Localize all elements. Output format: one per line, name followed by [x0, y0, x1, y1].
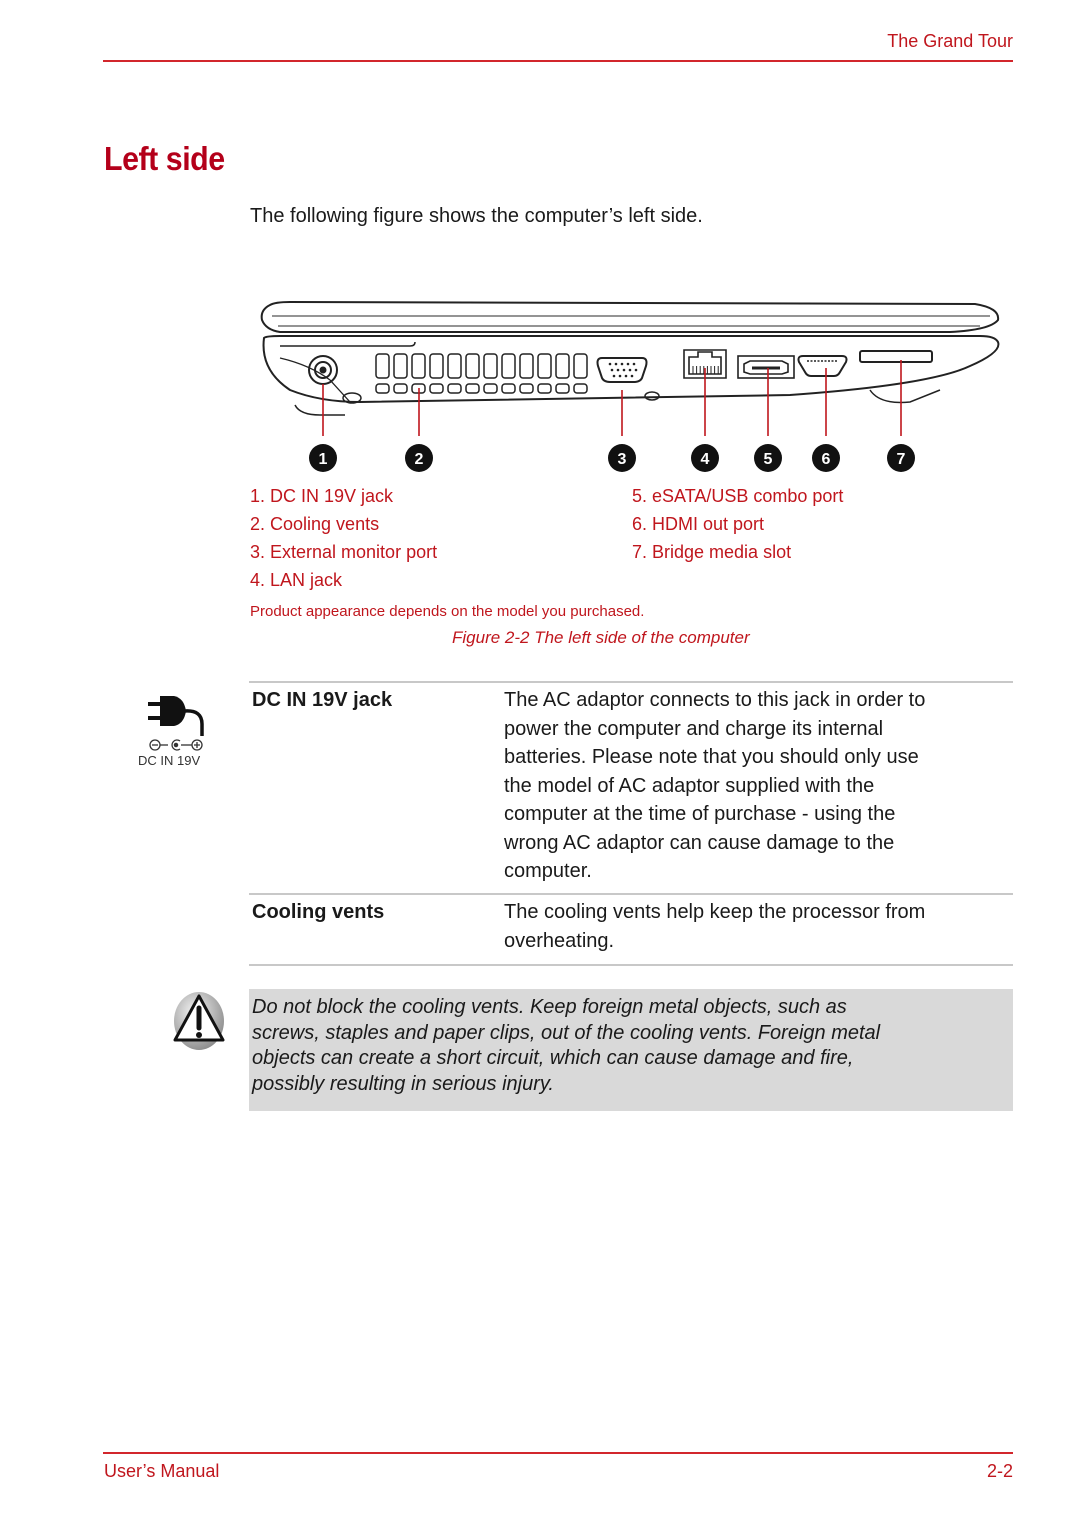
vent-slot-lower [573, 383, 588, 394]
term-cooling-vents: Cooling vents [252, 901, 385, 923]
description-line: wrong AC adaptor can cause damage to the [504, 831, 895, 854]
description-line: The cooling vents help keep the processo… [504, 901, 926, 923]
legend-item: 7. Bridge media slot [632, 542, 792, 562]
callout-number: 4 [701, 451, 710, 468]
vent-slot-upper [555, 353, 570, 379]
vent-slot-upper [573, 353, 588, 379]
warning-line: screws, staples and paper clips, out of … [252, 1021, 881, 1044]
callout-badge: 4 [691, 444, 719, 472]
vent-slot-upper [519, 353, 534, 379]
vent-slot-upper [537, 353, 552, 379]
legend-item: 4. LAN jack [250, 570, 343, 590]
vent-slot-lower [483, 383, 498, 394]
vent-slot-upper [411, 353, 426, 379]
page-title: Left side [104, 140, 225, 177]
figure-caption: Figure 2-2 The left side of the computer [452, 628, 750, 647]
description-cooling-vents: The cooling vents help keep the processo… [504, 898, 1004, 955]
callout-number: 3 [618, 451, 627, 468]
vent-slot-lower [501, 383, 516, 394]
table-rule-top [249, 681, 1013, 683]
warning-line: Do not block the cooling vents. Keep for… [252, 996, 847, 1018]
vent-slot-lower [519, 383, 534, 394]
legend-item: 3. External monitor port [250, 542, 438, 562]
vent-slot-upper [501, 353, 516, 379]
vent-slot-lower [537, 383, 552, 394]
legend-item: 5. eSATA/USB combo port [632, 486, 844, 506]
vent-slot-lower [465, 383, 480, 394]
footer-manual-title: User’s Manual [104, 1461, 220, 1481]
table-rule-bottom [249, 964, 1013, 966]
esata-usb-port-drawing [737, 355, 795, 379]
vent-slot-upper [483, 353, 498, 379]
description-line: the model of AC adaptor supplied with th… [504, 774, 875, 797]
intro-paragraph: The following figure shows the computer’… [250, 205, 703, 227]
hdmi-port-drawing [797, 355, 848, 377]
laptop-left-side-illustration: 1 2 3 4 5 6 7 [260, 300, 1000, 472]
vent-slot-lower [393, 383, 408, 394]
callout-number: 1 [319, 451, 328, 468]
callout-number: 7 [897, 451, 906, 468]
legend-item: 1. DC IN 19V jack [250, 486, 394, 506]
legend-item: 2. Cooling vents [250, 514, 380, 534]
vent-slot-upper [393, 353, 408, 379]
running-header-section-title: The Grand Tour [887, 31, 1013, 51]
description-line: batteries. Please note that you should o… [504, 746, 919, 768]
vent-slot-upper [465, 353, 480, 379]
callout-badge: 3 [608, 444, 636, 472]
header-rule [103, 60, 1013, 62]
vent-slot-upper [429, 353, 444, 379]
footer-rule [103, 1452, 1013, 1454]
figure-legend-left: 1. DC IN 19V jack 2. Cooling vents 3. Ex… [250, 482, 437, 594]
description-line: power the computer and charge its intern… [504, 717, 884, 740]
callout-number: 2 [415, 451, 424, 468]
laptop-lid [260, 300, 1000, 333]
callout-badge: 5 [754, 444, 782, 472]
warning-triangle-icon [173, 992, 225, 1050]
figure-legend-right: 5. eSATA/USB combo port 6. HDMI out port… [632, 482, 843, 566]
warning-line: possibly resulting in serious injury. [252, 1073, 554, 1096]
vent-slot-upper [447, 353, 462, 379]
callout-badge: 1 [309, 444, 337, 472]
table-rule-middle [249, 893, 1013, 895]
callout-badge: 6 [812, 444, 840, 472]
description-line: overheating. [504, 929, 615, 952]
vga-port-drawing [596, 357, 648, 383]
vent-slot-upper [375, 353, 390, 379]
description-dc-in-jack: The AC adaptor connects to this jack in … [504, 686, 1004, 886]
vent-slot-lower [555, 383, 570, 394]
callout-number: 6 [822, 451, 831, 468]
term-dc-in-jack: DC IN 19V jack [252, 689, 393, 711]
callout-badge: 7 [887, 444, 915, 472]
warning-line: objects can create a short circuit, whic… [252, 1047, 854, 1070]
product-appearance-note: Product appearance depends on the model … [250, 603, 645, 620]
dc-icon-label: DC IN 19V [138, 753, 201, 768]
callout-badge: 2 [405, 444, 433, 472]
legend-item: 6. HDMI out port [632, 514, 765, 534]
footer-page-number: 2-2 [986, 1461, 1013, 1481]
vent-slot-lower [375, 383, 390, 394]
warning-text: Do not block the cooling vents. Keep for… [252, 995, 1002, 1098]
description-line: computer. [504, 860, 592, 882]
bridge-media-slot-drawing [859, 350, 933, 363]
description-line: computer at the time of purchase - using… [504, 803, 896, 825]
cooling-vents-drawing [375, 353, 588, 394]
description-line: The AC adaptor connects to this jack in … [504, 689, 926, 711]
vent-slot-lower [447, 383, 462, 394]
vent-slot-lower [429, 383, 444, 394]
callout-number: 5 [764, 451, 773, 468]
